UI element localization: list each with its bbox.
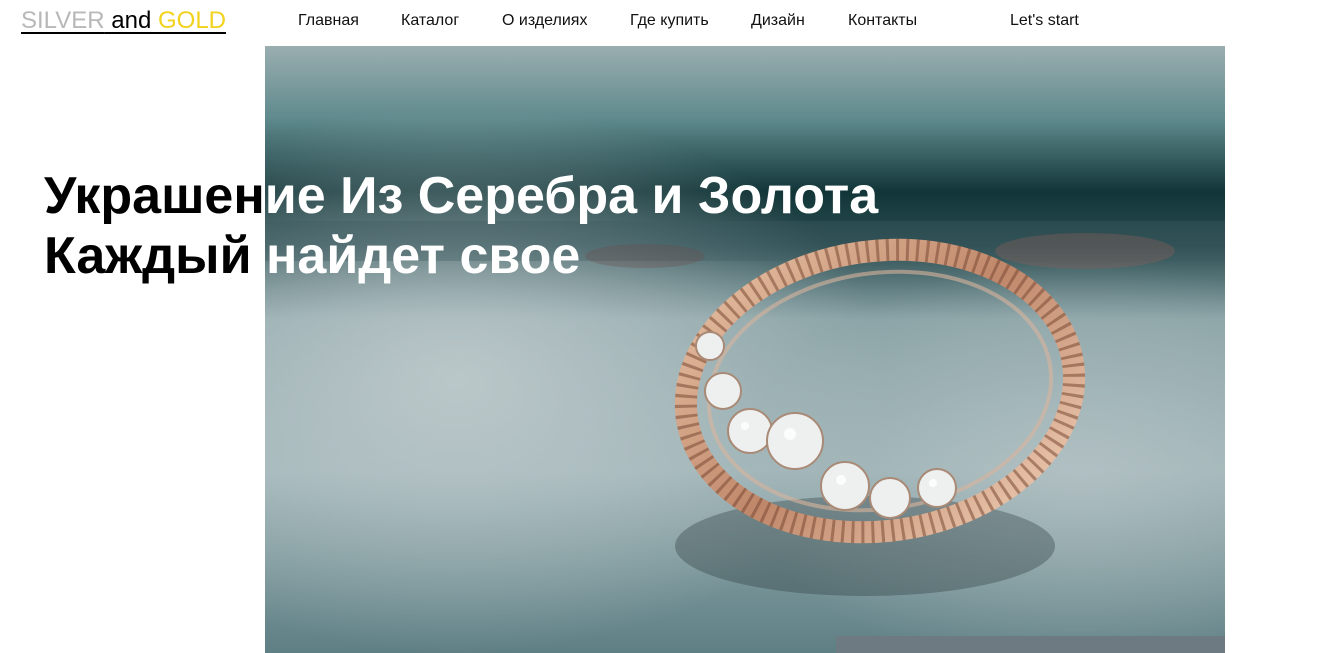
lets-start-link[interactable]: Let's start: [1010, 10, 1079, 32]
hero-bottom-strip: [836, 636, 1225, 653]
main-nav: Главная Каталог О изделиях Где купить Ди…: [0, 10, 1337, 32]
nav-item-home[interactable]: Главная: [298, 10, 359, 32]
nav-item-catalog[interactable]: Каталог: [401, 10, 459, 32]
ring-with-diamonds-photo: [265, 46, 1225, 653]
headline-line-1-part-b: ие Из Серебра и Золота: [264, 167, 879, 225]
hero-headline: Украшение Из Серебра и Золота Каждый най…: [44, 166, 944, 286]
headline-line-2-part-b: найдет свое: [266, 227, 581, 285]
nav-item-contacts[interactable]: Контакты: [848, 10, 917, 32]
headline-line-1-part-a: Украшен: [44, 167, 265, 225]
headline-line-2: Каждый найдет свое: [44, 226, 944, 286]
headline-line-2-part-a: Каждый: [44, 227, 266, 285]
nav-item-about-products[interactable]: О изделиях: [502, 10, 587, 32]
hero-image: [265, 46, 1225, 653]
nav-item-design[interactable]: Дизайн: [751, 10, 805, 32]
headline-line-1: Украшение Из Серебра и Золота: [44, 166, 944, 226]
nav-item-where-to-buy[interactable]: Где купить: [630, 10, 709, 32]
